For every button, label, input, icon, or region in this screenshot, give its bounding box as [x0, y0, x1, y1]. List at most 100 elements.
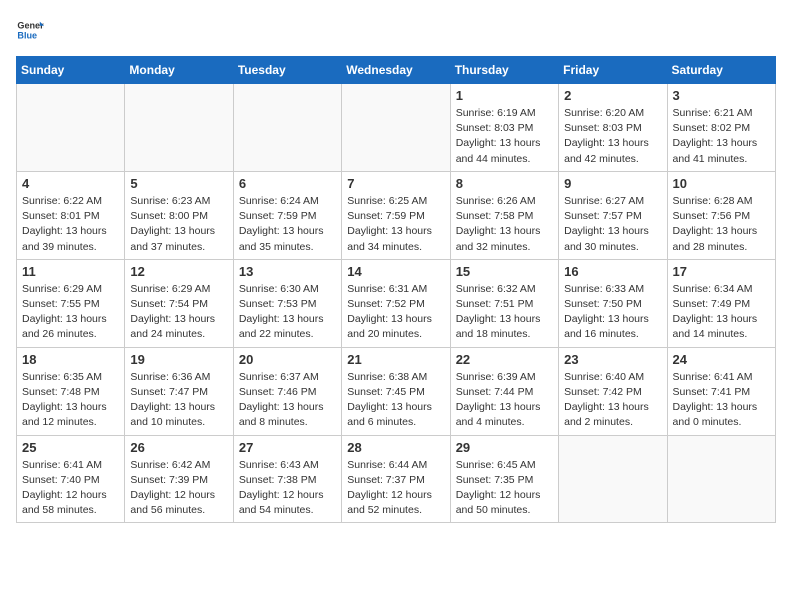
- calendar-cell: [667, 435, 775, 523]
- calendar-cell: [342, 84, 450, 172]
- calendar-cell: [559, 435, 667, 523]
- calendar-cell: 15 Sunrise: 6:32 AM Sunset: 7:51 PM Dayli…: [450, 259, 558, 347]
- calendar-week-row: 25Sunrise: 6:41 AM Sunset: 7:40 PM Dayli…: [17, 435, 776, 523]
- calendar-week-row: 4 Sunrise: 6:22 AM Sunset: 8:01 PM Daylig…: [17, 171, 776, 259]
- day-number: 23: [564, 352, 661, 367]
- day-info: Sunrise: 6:44 AM Sunset: 7:37 PM Dayligh…: [347, 458, 444, 519]
- day-info: Sunrise: 6:28 AM Sunset: 7:56 PM Dayligh…: [673, 194, 770, 255]
- day-info: Sunrise: 6:34 AM Sunset: 7:49 PM Dayligh…: [673, 282, 770, 343]
- calendar-cell: 4 Sunrise: 6:22 AM Sunset: 8:01 PM Daylig…: [17, 171, 125, 259]
- day-number: 7: [347, 176, 444, 191]
- day-number: 9: [564, 176, 661, 191]
- calendar-cell: 23 Sunrise: 6:40 AM Sunset: 7:42 PM Dayli…: [559, 347, 667, 435]
- day-info: Sunrise: 6:38 AM Sunset: 7:45 PM Dayligh…: [347, 370, 444, 431]
- weekday-header-monday: Monday: [125, 57, 233, 84]
- day-info: Sunrise: 6:20 AM Sunset: 8:03 PM Dayligh…: [564, 106, 661, 167]
- calendar-cell: 20Sunrise: 6:37 AM Sunset: 7:46 PM Dayli…: [233, 347, 341, 435]
- logo: General Blue: [16, 16, 44, 44]
- day-info: Sunrise: 6:25 AM Sunset: 7:59 PM Dayligh…: [347, 194, 444, 255]
- day-number: 16: [564, 264, 661, 279]
- day-number: 28: [347, 440, 444, 455]
- day-number: 1: [456, 88, 553, 103]
- calendar-cell: 6 Sunrise: 6:24 AM Sunset: 7:59 PM Daylig…: [233, 171, 341, 259]
- day-info: Sunrise: 6:27 AM Sunset: 7:57 PM Dayligh…: [564, 194, 661, 255]
- calendar-cell: 27 Sunrise: 6:43 AM Sunset: 7:38 PM Dayli…: [233, 435, 341, 523]
- calendar-cell: 28 Sunrise: 6:44 AM Sunset: 7:37 PM Dayli…: [342, 435, 450, 523]
- day-number: 29: [456, 440, 553, 455]
- day-info: Sunrise: 6:35 AM Sunset: 7:48 PM Dayligh…: [22, 370, 119, 431]
- calendar-cell: 16 Sunrise: 6:33 AM Sunset: 7:50 PM Dayli…: [559, 259, 667, 347]
- day-info: Sunrise: 6:23 AM Sunset: 8:00 PM Dayligh…: [130, 194, 227, 255]
- day-number: 14: [347, 264, 444, 279]
- calendar-cell: 19 Sunrise: 6:36 AM Sunset: 7:47 PM Dayli…: [125, 347, 233, 435]
- day-number: 24: [673, 352, 770, 367]
- day-number: 20: [239, 352, 336, 367]
- calendar-cell: 17 Sunrise: 6:34 AM Sunset: 7:49 PM Dayli…: [667, 259, 775, 347]
- day-number: 10: [673, 176, 770, 191]
- day-info: Sunrise: 6:30 AM Sunset: 7:53 PM Dayligh…: [239, 282, 336, 343]
- calendar-cell: 9 Sunrise: 6:27 AM Sunset: 7:57 PM Daylig…: [559, 171, 667, 259]
- calendar-cell: 10 Sunrise: 6:28 AM Sunset: 7:56 PM Dayli…: [667, 171, 775, 259]
- day-number: 12: [130, 264, 227, 279]
- day-info: Sunrise: 6:29 AM Sunset: 7:54 PM Dayligh…: [130, 282, 227, 343]
- day-number: 17: [673, 264, 770, 279]
- day-info: Sunrise: 6:22 AM Sunset: 8:01 PM Dayligh…: [22, 194, 119, 255]
- day-info: Sunrise: 6:19 AM Sunset: 8:03 PM Dayligh…: [456, 106, 553, 167]
- calendar-cell: [233, 84, 341, 172]
- calendar-cell: 24Sunrise: 6:41 AM Sunset: 7:41 PM Dayli…: [667, 347, 775, 435]
- calendar-cell: 12 Sunrise: 6:29 AM Sunset: 7:54 PM Dayli…: [125, 259, 233, 347]
- day-number: 19: [130, 352, 227, 367]
- calendar-cell: 29 Sunrise: 6:45 AM Sunset: 7:35 PM Dayli…: [450, 435, 558, 523]
- day-number: 15: [456, 264, 553, 279]
- day-number: 6: [239, 176, 336, 191]
- weekday-header-saturday: Saturday: [667, 57, 775, 84]
- day-info: Sunrise: 6:36 AM Sunset: 7:47 PM Dayligh…: [130, 370, 227, 431]
- day-info: Sunrise: 6:26 AM Sunset: 7:58 PM Dayligh…: [456, 194, 553, 255]
- day-number: 26: [130, 440, 227, 455]
- day-info: Sunrise: 6:42 AM Sunset: 7:39 PM Dayligh…: [130, 458, 227, 519]
- day-number: 13: [239, 264, 336, 279]
- logo-icon: General Blue: [16, 16, 44, 44]
- calendar-cell: [125, 84, 233, 172]
- day-info: Sunrise: 6:32 AM Sunset: 7:51 PM Dayligh…: [456, 282, 553, 343]
- weekday-header-thursday: Thursday: [450, 57, 558, 84]
- calendar-header-row: SundayMondayTuesdayWednesdayThursdayFrid…: [17, 57, 776, 84]
- page-header: General Blue: [16, 16, 776, 44]
- weekday-header-tuesday: Tuesday: [233, 57, 341, 84]
- calendar-cell: 22 Sunrise: 6:39 AM Sunset: 7:44 PM Dayli…: [450, 347, 558, 435]
- calendar-cell: 3 Sunrise: 6:21 AM Sunset: 8:02 PM Daylig…: [667, 84, 775, 172]
- day-number: 18: [22, 352, 119, 367]
- day-number: 4: [22, 176, 119, 191]
- day-number: 8: [456, 176, 553, 191]
- day-info: Sunrise: 6:33 AM Sunset: 7:50 PM Dayligh…: [564, 282, 661, 343]
- day-info: Sunrise: 6:39 AM Sunset: 7:44 PM Dayligh…: [456, 370, 553, 431]
- calendar-cell: 26 Sunrise: 6:42 AM Sunset: 7:39 PM Dayli…: [125, 435, 233, 523]
- day-number: 22: [456, 352, 553, 367]
- day-number: 21: [347, 352, 444, 367]
- calendar-cell: 18 Sunrise: 6:35 AM Sunset: 7:48 PM Dayli…: [17, 347, 125, 435]
- day-info: Sunrise: 6:41 AM Sunset: 7:40 PM Dayligh…: [22, 458, 119, 519]
- calendar-cell: 1 Sunrise: 6:19 AM Sunset: 8:03 PM Daylig…: [450, 84, 558, 172]
- calendar-cell: [17, 84, 125, 172]
- day-info: Sunrise: 6:45 AM Sunset: 7:35 PM Dayligh…: [456, 458, 553, 519]
- calendar-cell: 13 Sunrise: 6:30 AM Sunset: 7:53 PM Dayli…: [233, 259, 341, 347]
- day-info: Sunrise: 6:24 AM Sunset: 7:59 PM Dayligh…: [239, 194, 336, 255]
- day-info: Sunrise: 6:31 AM Sunset: 7:52 PM Dayligh…: [347, 282, 444, 343]
- day-info: Sunrise: 6:29 AM Sunset: 7:55 PM Dayligh…: [22, 282, 119, 343]
- day-info: Sunrise: 6:21 AM Sunset: 8:02 PM Dayligh…: [673, 106, 770, 167]
- calendar-cell: 5 Sunrise: 6:23 AM Sunset: 8:00 PM Daylig…: [125, 171, 233, 259]
- day-number: 11: [22, 264, 119, 279]
- day-number: 5: [130, 176, 227, 191]
- day-number: 3: [673, 88, 770, 103]
- calendar-cell: 14 Sunrise: 6:31 AM Sunset: 7:52 PM Dayli…: [342, 259, 450, 347]
- calendar-cell: 8 Sunrise: 6:26 AM Sunset: 7:58 PM Daylig…: [450, 171, 558, 259]
- calendar-cell: 2Sunrise: 6:20 AM Sunset: 8:03 PM Daylig…: [559, 84, 667, 172]
- day-info: Sunrise: 6:40 AM Sunset: 7:42 PM Dayligh…: [564, 370, 661, 431]
- day-number: 27: [239, 440, 336, 455]
- calendar-cell: 25Sunrise: 6:41 AM Sunset: 7:40 PM Dayli…: [17, 435, 125, 523]
- calendar-week-row: 18 Sunrise: 6:35 AM Sunset: 7:48 PM Dayli…: [17, 347, 776, 435]
- calendar-week-row: 11 Sunrise: 6:29 AM Sunset: 7:55 PM Dayli…: [17, 259, 776, 347]
- weekday-header-wednesday: Wednesday: [342, 57, 450, 84]
- day-info: Sunrise: 6:43 AM Sunset: 7:38 PM Dayligh…: [239, 458, 336, 519]
- svg-text:Blue: Blue: [17, 30, 37, 40]
